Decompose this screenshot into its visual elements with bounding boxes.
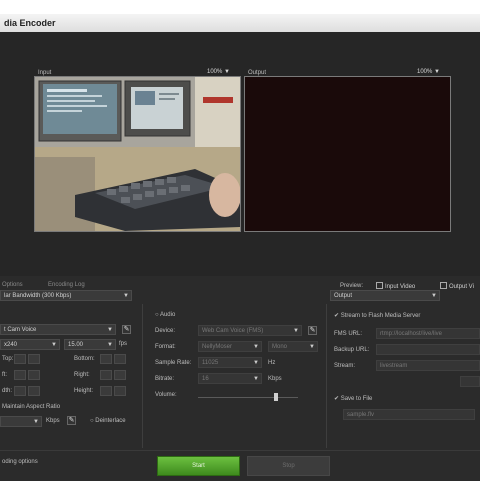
fms-url-input[interactable]: rtmp://localhost/live/live	[376, 328, 480, 339]
crop-right-input[interactable]	[100, 370, 112, 380]
preset-select[interactable]: lar Bandwidth (300 Kbps) ▼	[0, 290, 132, 301]
frame-size-select[interactable]: x240 ▼	[0, 339, 60, 350]
bottom-bar: oding options	[0, 450, 480, 481]
hz-unit: Hz	[268, 360, 276, 366]
chevron-down-icon: ▼	[33, 419, 39, 425]
stop-button[interactable]: Stop	[247, 456, 330, 476]
chevron-down-icon: ▼	[107, 342, 113, 348]
chevron-down-icon: ▼	[431, 293, 437, 299]
audio-kbps-unit: Kbps	[268, 376, 282, 382]
chevron-down-icon: ▼	[253, 344, 259, 350]
sample-rate-label: Sample Rate:	[155, 360, 192, 366]
webcam-frame	[35, 77, 240, 231]
wrench-icon[interactable]: ✎	[67, 416, 76, 425]
title-bar: dia Encoder	[0, 14, 480, 33]
chevron-down-icon: ▼	[309, 344, 315, 350]
chevron-down-icon: ▼	[123, 293, 129, 299]
column-divider	[326, 304, 327, 448]
input-video-checkbox[interactable]: Input Video	[376, 282, 415, 290]
maintain-aspect-checkbox[interactable]: Maintain Aspect Ratio	[2, 404, 60, 410]
crop-top-stepper[interactable]	[28, 354, 40, 364]
sample-rate-select[interactable]: 11025 ▼	[198, 357, 262, 368]
kbps-unit: Kbps	[46, 418, 60, 424]
input-zoom-select[interactable]: 100% ▼	[207, 69, 230, 75]
deinterlace-checkbox[interactable]: ○ Deinterlace	[90, 418, 126, 424]
audio-checkbox[interactable]: ○ Audio	[155, 312, 175, 318]
app-window: dia Encoder Input 100% ▼ Output 100% ▼ O…	[0, 14, 480, 481]
input-video-preview	[34, 76, 241, 232]
start-button[interactable]: Start	[157, 456, 240, 476]
crop-top-input[interactable]	[14, 354, 26, 364]
crop-bottom-input[interactable]	[100, 354, 112, 364]
wrench-icon[interactable]: ✎	[122, 325, 131, 334]
tab-options[interactable]: Options	[2, 282, 23, 288]
wrench-icon[interactable]: ✎	[308, 326, 317, 335]
chevron-down-icon: ▼	[293, 328, 299, 334]
chevron-down-icon: ▼	[224, 69, 230, 75]
encoding-options-label: oding options	[2, 459, 38, 465]
video-bitrate-select[interactable]: ▼	[0, 416, 42, 427]
crop-left-label: ft:	[2, 372, 8, 378]
backup-url-label: Backup URL:	[334, 347, 370, 353]
frame-rate-select[interactable]: 15.00 ▼	[64, 339, 116, 350]
crop-right-label: Right:	[74, 372, 90, 378]
volume-slider-track[interactable]	[198, 397, 298, 398]
volume-label: Volume:	[155, 392, 177, 398]
audio-bitrate-select[interactable]: 16 ▼	[198, 373, 262, 384]
audio-device-select[interactable]: Web Cam Voice (FMS) ▼	[198, 325, 302, 336]
audio-channels-select[interactable]: Mono ▼	[268, 341, 318, 352]
save-to-file-checkbox[interactable]: ✔ Save to File	[334, 395, 372, 402]
window-title: dia Encoder	[4, 18, 56, 28]
stream-to-fms-checkbox[interactable]: ✔ Stream to Flash Media Server	[334, 312, 420, 319]
height-label: Height:	[74, 388, 94, 394]
crop-left-stepper[interactable]	[28, 370, 40, 380]
width-stepper[interactable]	[28, 386, 40, 396]
file-path-input[interactable]: sample.flv	[343, 409, 475, 420]
audio-device-label: Device:	[155, 328, 176, 334]
volume-slider-thumb[interactable]	[274, 393, 278, 401]
stream-options-button[interactable]	[460, 376, 480, 387]
height-input[interactable]	[100, 386, 112, 396]
width-label: dth:	[2, 388, 13, 394]
width-input[interactable]	[14, 386, 26, 396]
crop-right-stepper[interactable]	[114, 370, 126, 380]
chevron-down-icon: ▼	[434, 69, 440, 75]
preview-label: Preview:	[340, 283, 364, 289]
crop-left-input[interactable]	[14, 370, 26, 380]
crop-top-label: Top:	[2, 356, 14, 362]
crop-bottom-label: Bottom:	[74, 356, 95, 362]
chevron-down-icon: ▼	[253, 376, 259, 382]
checkbox-icon	[376, 282, 383, 289]
column-divider	[142, 304, 143, 448]
stream-name-label: Stream:	[334, 363, 356, 369]
stream-name-input[interactable]: livestream	[376, 360, 480, 371]
output-video-preview	[244, 76, 451, 232]
chevron-down-icon: ▼	[253, 360, 259, 366]
chevron-down-icon: ▼	[107, 327, 113, 333]
tab-encoding-log[interactable]: Encoding Log	[48, 282, 85, 288]
output-zoom-select[interactable]: 100% ▼	[417, 69, 440, 75]
backup-url-input[interactable]	[376, 344, 480, 355]
crop-bottom-stepper[interactable]	[114, 354, 126, 364]
fps-unit: fps	[119, 341, 128, 347]
audio-format-select[interactable]: NellyMoser ▼	[198, 341, 262, 352]
audio-bitrate-label: Bitrate:	[155, 376, 175, 382]
height-stepper[interactable]	[114, 386, 126, 396]
checkbox-icon	[440, 282, 447, 289]
video-device-select[interactable]: t Cam Voice ▼	[0, 324, 116, 335]
audio-format-label: Format:	[155, 344, 176, 350]
fms-url-label: FMS URL:	[334, 331, 363, 337]
chevron-down-icon: ▼	[51, 342, 57, 348]
output-format-select[interactable]: Output ▼	[330, 290, 440, 301]
output-video-checkbox[interactable]: Output Vi	[440, 282, 474, 290]
